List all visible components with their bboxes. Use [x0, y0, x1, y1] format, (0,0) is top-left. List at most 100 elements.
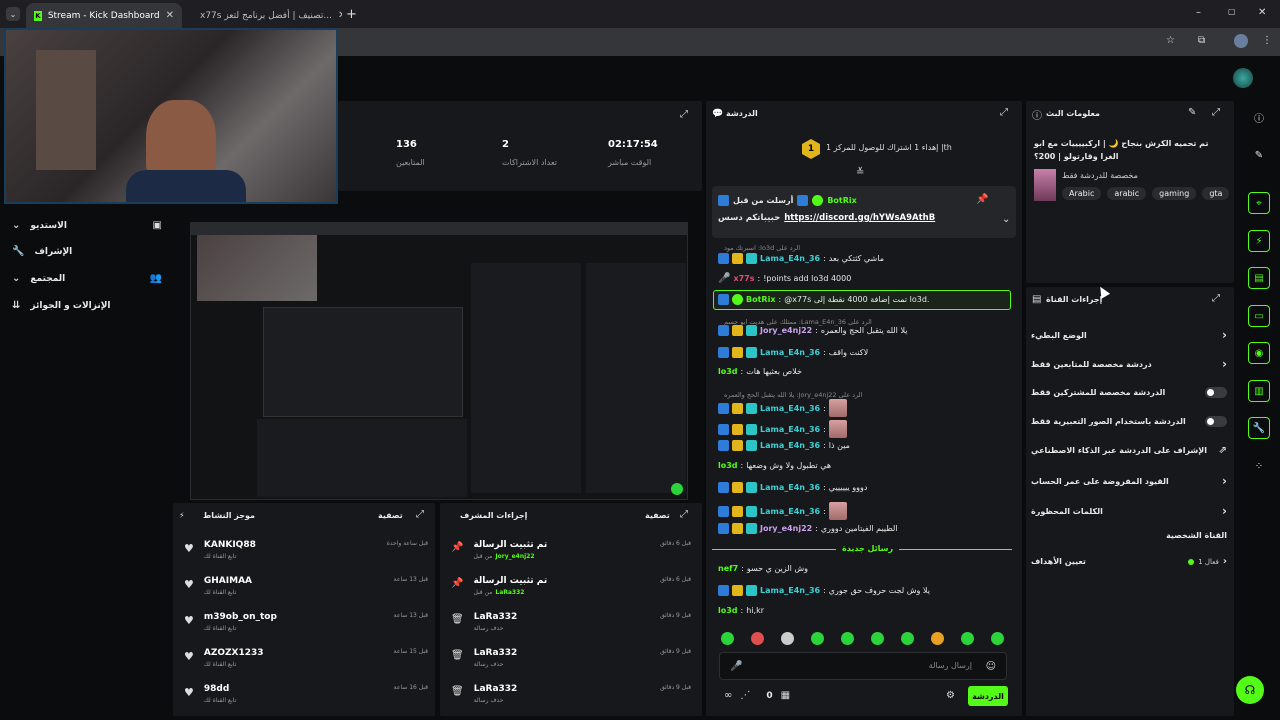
tag[interactable]: gaming: [1152, 187, 1197, 200]
tab-kick-dashboard[interactable]: K Stream - Kick Dashboard ✕: [26, 3, 182, 28]
activity-item[interactable]: ♥ 98dd تابع القناة لك قبل 16 ساعة: [184, 684, 428, 704]
chat-message[interactable]: 🎤 x77s: !points add lo3d 4000: [718, 273, 1008, 284]
channel-setting-row[interactable]: القيود المفروضة على عمر الحساب ›: [1031, 474, 1227, 488]
rail-mod-button[interactable]: ▥: [1248, 380, 1270, 402]
chat-username[interactable]: nef7: [718, 564, 738, 573]
chat-message[interactable]: Jory_e4nj22: الطيبم الفيتامين دووري: [718, 523, 1008, 534]
chat-username[interactable]: lo3d: [718, 461, 738, 470]
expand-icon[interactable]: ⤢: [680, 109, 688, 120]
setting-toggle[interactable]: [1205, 416, 1227, 427]
new-tab-button[interactable]: +: [346, 7, 357, 22]
chat-message[interactable]: Lama_E4n_36: يلا وش لجت حروف حق جوري: [718, 585, 1008, 596]
channel-setting-row[interactable]: الدردشة باستخدام الصور التعبيرية فقط: [1031, 416, 1227, 427]
activity-item[interactable]: ♥ GHAIMAA تابع القناة لك قبل 13 ساعة: [184, 576, 428, 596]
chat-message[interactable]: Lama_E4n_36:: [718, 420, 1008, 438]
profile-avatar[interactable]: [1234, 34, 1248, 48]
mod-user[interactable]: Jory_e4nj22: [495, 553, 534, 560]
channel-setting-row[interactable]: الوضع البطيء ›: [1031, 328, 1227, 342]
filter-button[interactable]: تصفية: [645, 511, 670, 520]
infinity-icon[interactable]: ∞: [724, 690, 732, 701]
goals-row[interactable]: تعيين الأهداف فعال 1 ›: [1031, 556, 1227, 567]
mod-user[interactable]: LaRa332: [495, 589, 524, 596]
minimize-button[interactable]: –: [1196, 7, 1201, 18]
chat-username[interactable]: Lama_E4n_36: [760, 254, 820, 263]
channel-setting-row[interactable]: الإشراف على الدردشة عبر الذكاء الاصطناعي…: [1031, 445, 1227, 456]
pinned-link[interactable]: https://discord.gg/hYWsA9AthB: [784, 213, 935, 223]
chat-message[interactable]: Jory_e4nj22: يلا الله يتقبل الحج والعمره: [718, 325, 1008, 336]
rail-more-button[interactable]: ⁘: [1248, 455, 1270, 477]
chat-username[interactable]: Lama_E4n_36: [760, 586, 820, 595]
quick-emote-icon[interactable]: [841, 632, 854, 645]
chat-username[interactable]: Lama_E4n_36: [760, 348, 820, 357]
channel-setting-row[interactable]: الدردشة مخصصة للمشتركين فقط: [1031, 387, 1227, 398]
chat-message[interactable]: lo3d: hi,kr: [718, 606, 1008, 615]
tab-close-icon[interactable]: ✕: [338, 10, 342, 21]
chat-username[interactable]: Lama_E4n_36: [760, 441, 820, 450]
user-avatar[interactable]: [1233, 68, 1253, 88]
activity-item[interactable]: ♥ m39ob_on_top تابع القناة لك قبل 13 ساعة: [184, 612, 428, 632]
browser-menu-icon[interactable]: ⋮: [1262, 35, 1272, 46]
chat-message[interactable]: Lama_E4n_36:: [718, 502, 1008, 520]
rail-bolt-button[interactable]: ⚡: [1248, 230, 1270, 252]
quick-emote-icon[interactable]: [811, 632, 824, 645]
expand-icon[interactable]: ⤢: [1212, 293, 1220, 304]
rail-info-button[interactable]: ⓘ: [1248, 106, 1270, 128]
quick-emote-icon[interactable]: [781, 632, 794, 645]
rail-chat-button[interactable]: ▭: [1248, 305, 1270, 327]
expand-icon[interactable]: ⤢: [1000, 107, 1008, 118]
mod-action-item[interactable]: 🗑 LaRa332 حذف رسالة قبل 9 دقائق: [451, 684, 691, 704]
tab-x77s[interactable]: x77s تصنيف | أفضل برنامج لتعز... ✕: [186, 3, 342, 28]
quick-emote-icon[interactable]: [871, 632, 884, 645]
tab-search-icon[interactable]: ⌄: [6, 7, 20, 21]
chat-username[interactable]: Jory_e4nj22: [760, 326, 812, 335]
send-chat-button[interactable]: الدردشة: [968, 686, 1008, 706]
mic-icon[interactable]: 🎤: [730, 661, 742, 672]
chat-settings-icon[interactable]: ⚙: [946, 690, 955, 701]
chat-message[interactable]: Lama_E4n_36: دووو ييييييي: [718, 482, 1008, 493]
quick-emote-icon[interactable]: [961, 632, 974, 645]
nav-community[interactable]: ⌄ المجتمع 👥: [12, 273, 162, 284]
bookmark-star-icon[interactable]: ☆: [1166, 35, 1175, 46]
emoji-picker-icon[interactable]: ☺: [986, 661, 996, 672]
mod-action-item[interactable]: 🗑 LaRa332 حذف رسالة قبل 9 دقائق: [451, 648, 691, 668]
edit-icon[interactable]: ✎: [1188, 107, 1196, 118]
collapse-icon[interactable]: ≚: [856, 167, 864, 178]
quick-emote-icon[interactable]: [901, 632, 914, 645]
chat-username[interactable]: Lama_E4n_36: [760, 483, 820, 492]
chat-message[interactable]: lo3d: هي تطبول ولا وش وضعها: [718, 461, 1008, 470]
chat-username[interactable]: Lama_E4n_36: [760, 507, 820, 516]
nav-studio[interactable]: ⌄ الاستديو ▣: [12, 220, 162, 231]
channel-setting-row[interactable]: الكلمات المحظورة ›: [1031, 504, 1227, 518]
chat-message[interactable]: Lama_E4n_36: لاكنت واقف: [718, 347, 1008, 358]
tab-close-icon[interactable]: ✕: [166, 10, 174, 21]
quick-emote-icon[interactable]: [991, 632, 1004, 645]
chat-username[interactable]: Lama_E4n_36: [760, 404, 820, 413]
rail-notes-button[interactable]: ▤: [1248, 267, 1270, 289]
rail-tools-button[interactable]: 🔧: [1248, 417, 1270, 439]
activity-item[interactable]: ♥ KANKIQ88 تابع القناة لك قبل ساعة واحدة: [184, 540, 428, 560]
tag[interactable]: Arabic: [1062, 187, 1102, 200]
nav-moderation[interactable]: 🔧 الإشراف: [12, 246, 162, 257]
chat-username[interactable]: x77s: [733, 274, 754, 283]
filter-button[interactable]: تصفية: [378, 511, 403, 520]
chat-username[interactable]: lo3d: [718, 606, 738, 615]
expand-icon[interactable]: ⤢: [1212, 107, 1220, 118]
chat-message[interactable]: Lama_E4n_36:: [718, 399, 1008, 417]
tag[interactable]: arabic: [1107, 187, 1147, 200]
rail-edit-button[interactable]: ✎: [1248, 144, 1270, 166]
chat-username[interactable]: BotRix: [746, 295, 775, 304]
chevron-down-icon[interactable]: ⌄: [1002, 214, 1010, 225]
rail-broadcast-button[interactable]: ◉: [1248, 342, 1270, 364]
expand-icon[interactable]: ⤢: [680, 509, 688, 520]
mod-action-item[interactable]: 📌 تم تثبيت الرسالة من قبل Jory_e4nj22 قبل 6 …: [451, 540, 691, 560]
chat-username[interactable]: Lama_E4n_36: [760, 425, 820, 434]
store-icon[interactable]: ▦: [781, 690, 790, 701]
close-window-button[interactable]: ✕: [1258, 7, 1266, 18]
chat-username[interactable]: lo3d: [718, 367, 738, 376]
support-headset-icon[interactable]: ☊: [1236, 676, 1264, 704]
chat-message[interactable]: BotRix: @x77s تمت إضافة 4000 نقطة إلى lo3…: [718, 294, 1008, 305]
chat-message[interactable]: nef7: وش الزين ي حسو: [718, 564, 1008, 573]
chat-message[interactable]: Lama_E4n_36: ماشي كثتكي بعد: [718, 253, 1008, 264]
quick-emote-icon[interactable]: [931, 632, 944, 645]
chat-message[interactable]: lo3d: خلاص بعثيها هات: [718, 367, 1008, 376]
